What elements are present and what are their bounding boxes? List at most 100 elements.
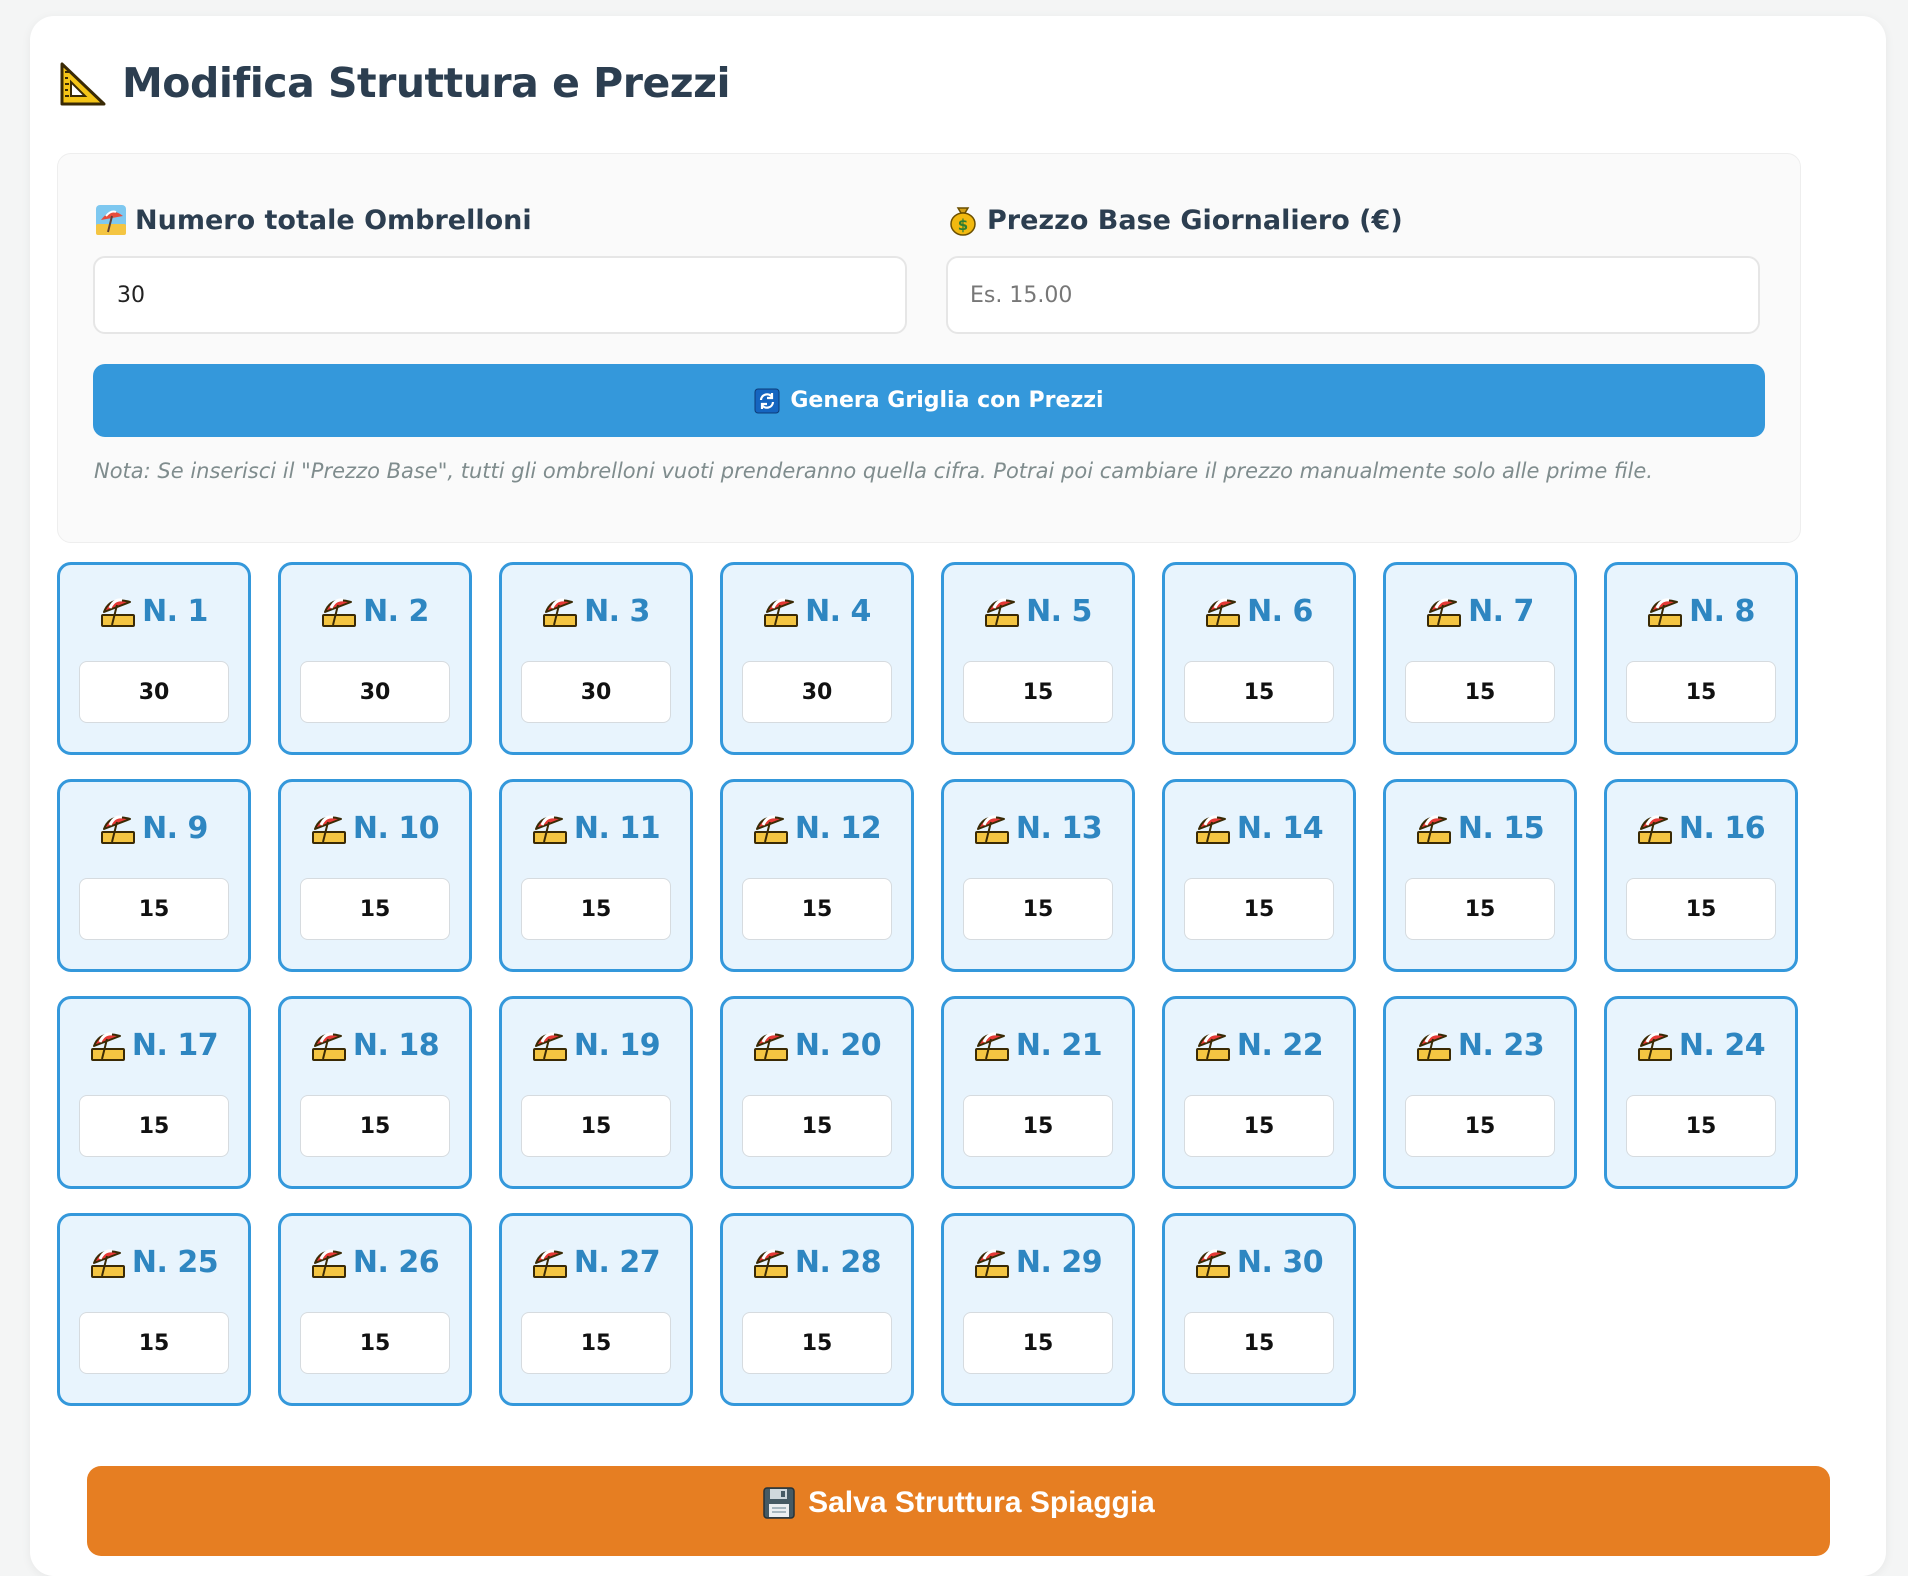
floppy-disk-icon	[763, 1487, 795, 1519]
umbrella-price-input[interactable]	[1626, 878, 1776, 940]
umbrella-number: N. 17	[131, 1027, 219, 1063]
beach-umbrella-icon	[753, 1032, 788, 1061]
umbrella-price-input[interactable]	[300, 878, 450, 940]
umbrella-price-input[interactable]	[1626, 1095, 1776, 1157]
umbrella-card-29: N. 29	[941, 1213, 1135, 1406]
umbrella-price-input[interactable]	[963, 1095, 1113, 1157]
umbrella-price-input[interactable]	[300, 661, 450, 723]
umbrella-number: N. 10	[352, 810, 440, 846]
umbrella-number: N. 3	[584, 593, 650, 629]
umbrella-price-input[interactable]	[1184, 1312, 1334, 1374]
umbrella-number: N. 28	[794, 1244, 882, 1280]
save-structure-button[interactable]: Salva Struttura Spiaggia	[87, 1466, 1830, 1556]
umbrella-price-input[interactable]	[742, 878, 892, 940]
umbrella-card-23: N. 23	[1383, 996, 1577, 1189]
umbrella-number: N. 11	[573, 810, 661, 846]
beach-umbrella-icon	[90, 1032, 125, 1061]
umbrella-card-header: N. 21	[944, 1027, 1132, 1063]
umbrella-price-input[interactable]	[1184, 1095, 1334, 1157]
beach-umbrella-icon	[974, 1032, 1009, 1061]
base-price-label-text: Prezzo Base Giornaliero (€)	[987, 204, 1403, 236]
umbrella-price-input[interactable]	[300, 1312, 450, 1374]
umbrella-price-input[interactable]	[521, 1312, 671, 1374]
umbrella-card-header: N. 9	[60, 810, 248, 846]
generate-grid-label: Genera Griglia con Prezzi	[790, 388, 1104, 413]
umbrella-price-input[interactable]	[521, 1095, 671, 1157]
umbrella-price-input[interactable]	[79, 1095, 229, 1157]
umbrella-card-header: N. 25	[60, 1244, 248, 1280]
umbrella-number: N. 26	[352, 1244, 440, 1280]
umbrella-price-input[interactable]	[521, 661, 671, 723]
beach-umbrella-icon	[985, 598, 1020, 627]
umbrella-number: N. 9	[142, 810, 208, 846]
umbrella-card-header: N. 14	[1165, 810, 1353, 846]
umbrella-price-input[interactable]	[521, 878, 671, 940]
umbrella-price-input[interactable]	[963, 1312, 1113, 1374]
umbrella-price-input[interactable]	[1405, 1095, 1555, 1157]
umbrella-price-input[interactable]	[79, 1312, 229, 1374]
umbrella-card-header: N. 10	[281, 810, 469, 846]
umbrella-price-input[interactable]	[1405, 878, 1555, 940]
umbrella-card-header: N. 23	[1386, 1027, 1574, 1063]
umbrella-number: N. 4	[805, 593, 871, 629]
beach-umbrella-icon	[532, 1249, 567, 1278]
umbrella-card-header: N. 28	[723, 1244, 911, 1280]
umbrella-price-input[interactable]	[742, 1312, 892, 1374]
umbrella-card-19: N. 19	[499, 996, 693, 1189]
generate-grid-button[interactable]: Genera Griglia con Prezzi	[93, 364, 1765, 437]
umbrella-card-header: N. 1	[60, 593, 248, 629]
umbrella-card-30: N. 30	[1162, 1213, 1356, 1406]
umbrella-number: N. 16	[1678, 810, 1766, 846]
umbrella-number: N. 22	[1236, 1027, 1324, 1063]
umbrella-card-header: N. 18	[281, 1027, 469, 1063]
beach-umbrella-icon	[974, 1249, 1009, 1278]
umbrella-card-header: N. 15	[1386, 810, 1574, 846]
umbrella-number: N. 1	[142, 593, 208, 629]
beach-umbrella-icon	[532, 815, 567, 844]
umbrella-card-20: N. 20	[720, 996, 914, 1189]
umbrella-card-7: N. 7	[1383, 562, 1577, 755]
beach-umbrella-icon	[322, 598, 357, 627]
umbrella-price-input[interactable]	[1184, 661, 1334, 723]
beach-umbrella-icon	[90, 1249, 125, 1278]
umbrella-price-input[interactable]	[79, 878, 229, 940]
umbrella-price-input[interactable]	[1626, 661, 1776, 723]
umbrella-number: N. 30	[1236, 1244, 1324, 1280]
umbrella-card-5: N. 5	[941, 562, 1135, 755]
umbrella-card-header: N. 27	[502, 1244, 690, 1280]
money-bag-icon: $	[950, 207, 976, 236]
umbrella-price-input[interactable]	[963, 878, 1113, 940]
umbrella-card-6: N. 6	[1162, 562, 1356, 755]
umbrella-price-input[interactable]	[1184, 878, 1334, 940]
beach-umbrella-icon	[753, 815, 788, 844]
umbrella-price-input[interactable]	[79, 661, 229, 723]
umbrella-number: N. 2	[363, 593, 429, 629]
umbrella-card-header: N. 11	[502, 810, 690, 846]
save-structure-label: Salva Struttura Spiaggia	[808, 1486, 1155, 1519]
beach-umbrella-icon	[1195, 815, 1230, 844]
beach-umbrella-icon	[753, 1249, 788, 1278]
umbrella-price-input[interactable]	[742, 1095, 892, 1157]
beach-umbrella-icon	[1416, 815, 1451, 844]
umbrella-card-header: N. 7	[1386, 593, 1574, 629]
beach-umbrella-icon	[1206, 598, 1241, 627]
umbrella-price-input[interactable]	[742, 661, 892, 723]
base-price-label: $ Prezzo Base Giornaliero (€)	[947, 204, 1403, 236]
umbrella-card-12: N. 12	[720, 779, 914, 972]
beach-umbrella-icon	[543, 598, 578, 627]
umbrella-price-input[interactable]	[963, 661, 1113, 723]
settings-panel: Numero totale Ombrelloni $ Prezzo Base G…	[57, 153, 1801, 543]
umbrella-count-input[interactable]	[93, 256, 907, 334]
umbrella-card-header: N. 4	[723, 593, 911, 629]
umbrella-price-input[interactable]	[1405, 661, 1555, 723]
base-price-input[interactable]	[946, 256, 1760, 334]
umbrella-price-input[interactable]	[300, 1095, 450, 1157]
umbrella-card-header: N. 26	[281, 1244, 469, 1280]
umbrella-number: N. 14	[1236, 810, 1324, 846]
umbrella-number: N. 27	[573, 1244, 661, 1280]
note-text: Nota: Se inserisci il "Prezzo Base", tut…	[94, 459, 1653, 483]
umbrella-number: N. 13	[1015, 810, 1103, 846]
beach-umbrella-icon	[1416, 1032, 1451, 1061]
umbrella-card-2: N. 2	[278, 562, 472, 755]
umbrella-card-1: N. 1	[57, 562, 251, 755]
